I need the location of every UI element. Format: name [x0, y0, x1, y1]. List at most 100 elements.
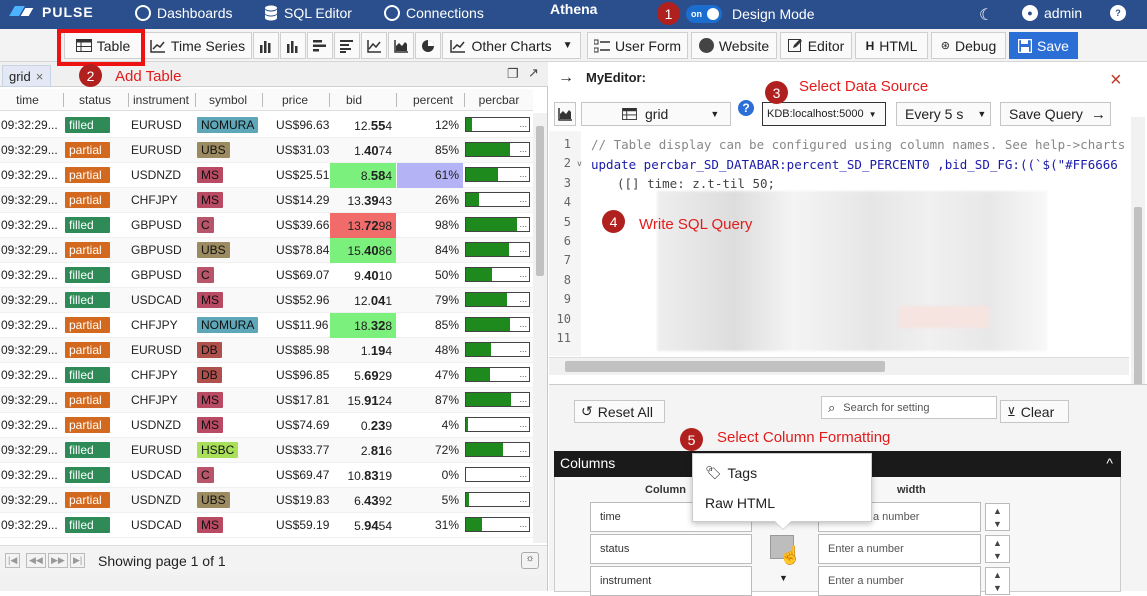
cell-time: 09:32:29... [1, 118, 58, 132]
chevron-up-icon[interactable]: ▲ [993, 570, 1002, 580]
table-row[interactable]: 09:32:29... partial CHFJPY MS US$17.81 15.912… [0, 388, 533, 413]
table-row[interactable]: 09:32:29... partial EURUSD DB US$85.98 1.194 4… [0, 338, 533, 363]
grid-panel: grid × ❐ ↗ time status instrument symbol … [0, 62, 548, 591]
table-row[interactable]: 09:32:29... partial CHFJPY NOMURA US$11.96 18… [0, 313, 533, 338]
bar-chart-button[interactable] [253, 32, 279, 59]
nav-dashboards[interactable]: Dashboards [135, 5, 233, 21]
chart-type-button[interactable] [554, 102, 576, 126]
chevron-down-icon[interactable]: ▼ [993, 519, 1002, 529]
user-icon: ● [1022, 5, 1038, 21]
code-horizontal-scrollbar[interactable] [549, 357, 1129, 375]
column-header-percbar[interactable]: percbar [466, 93, 532, 107]
moon-icon[interactable]: ☾ [979, 5, 993, 25]
help-button[interactable]: ? [1110, 5, 1126, 21]
width-input-instrument[interactable]: Enter a number [818, 566, 981, 596]
cell-bid: 12.554 [354, 118, 392, 133]
table-row[interactable]: 09:32:29... filled USDCAD MS US$52.96 12.041 7… [0, 288, 533, 313]
chevron-down-icon[interactable]: ▼ [993, 551, 1002, 561]
table-row[interactable]: 09:32:29... filled USDCAD MS US$59.19 5.9454 3… [0, 513, 533, 538]
table-row[interactable]: 09:32:29... partial GBPUSD UBS US$78.84 15.40… [0, 238, 533, 263]
menu-item-raw-html[interactable]: Raw HTML [705, 495, 775, 511]
filter-clear-icon: ⊻ [1007, 404, 1016, 419]
table-row[interactable]: 09:32:29... filled EURUSD HSBC US$33.77 2.816… [0, 438, 533, 463]
column-header-instrument[interactable]: instrument [128, 93, 194, 107]
lightbulb-icon[interactable]: ☼ [521, 552, 539, 569]
column-header-bid[interactable]: bid [329, 93, 379, 107]
user-form-button[interactable]: User Form [587, 32, 688, 59]
table-row[interactable]: 09:32:29... partial EURUSD UBS US$31.03 1.407… [0, 138, 533, 163]
html-button[interactable]: H HTML [855, 32, 928, 59]
user-menu[interactable]: ● admin [1022, 5, 1082, 21]
stacked-bar-button[interactable] [280, 32, 306, 59]
next-page-icon[interactable]: ▶▶ [48, 553, 68, 568]
line-chart-button[interactable] [361, 32, 387, 59]
table-row[interactable]: 09:32:29... filled CHFJPY DB US$96.85 5.6929 4… [0, 363, 533, 388]
chevron-up-icon[interactable]: ▲ [993, 506, 1002, 516]
other-charts-dropdown[interactable]: Other Charts ▼ [442, 32, 581, 59]
close-icon[interactable]: × [36, 69, 44, 84]
nav-connections[interactable]: Connections [384, 5, 484, 21]
grid-horizontal-scrollbar[interactable] [0, 575, 547, 591]
column-field-instrument[interactable]: instrument [590, 566, 752, 596]
table-row[interactable]: 09:32:29... filled USDCAD C US$69.47 10.8319 0… [0, 463, 533, 488]
column-header-status[interactable]: status [63, 93, 127, 107]
nav-sql-editor[interactable]: SQL Editor [264, 5, 352, 21]
area-chart-button[interactable] [388, 32, 414, 59]
last-page-icon[interactable]: ▶| [70, 553, 86, 568]
reset-all-button[interactable]: ↺ Reset All [574, 400, 665, 423]
table-row[interactable]: 09:32:29... filled EURUSD NOMURA US$96.63 12.… [0, 113, 533, 138]
table-row[interactable]: 09:32:29... filled GBPUSD C US$39.66 13.7298 9… [0, 213, 533, 238]
column-header-percent[interactable]: percent [400, 93, 466, 107]
restore-window-icon[interactable]: ❐ [507, 66, 519, 82]
column-header-time[interactable]: time [0, 93, 55, 107]
grid-select[interactable]: grid ▼ [581, 102, 731, 126]
horizontal-bar-button[interactable] [307, 32, 333, 59]
chevron-down-icon[interactable]: ▼ [993, 583, 1002, 593]
help-icon[interactable]: ? [738, 100, 754, 116]
width-stepper-status[interactable]: ▲ ▼ [985, 535, 1010, 563]
website-button[interactable]: Website [691, 32, 777, 59]
sql-code-editor[interactable]: 1 2 3 4 5 6 7 8 9 10 11 // Table display can be co… [549, 131, 1129, 356]
width-input-status[interactable]: Enter a number [818, 534, 981, 564]
add-time-series-button[interactable]: Time Series [143, 32, 252, 59]
status-badge: filled [65, 517, 110, 533]
close-icon[interactable]: × [1110, 69, 1122, 92]
save-button[interactable]: Save [1009, 32, 1078, 59]
toggle-switch[interactable]: on [686, 5, 722, 23]
pop-out-icon[interactable]: ↗ [528, 65, 539, 81]
width-stepper-time[interactable]: ▲ ▼ [985, 503, 1010, 531]
column-header-price[interactable]: price [262, 93, 328, 107]
cell-time: 09:32:29... [1, 393, 58, 407]
refresh-interval-select[interactable]: Every 5 s ▼ [896, 102, 991, 126]
menu-item-tags[interactable]: 🏷 Tags [705, 465, 757, 481]
datasource-select[interactable]: KDB:localhost:5000 ▼ [762, 102, 886, 126]
brand-logo[interactable]: PULSE [12, 4, 94, 20]
save-query-button[interactable]: Save Query → [1000, 102, 1111, 126]
prev-page-icon[interactable]: ◀◀ [26, 553, 46, 568]
pie-chart-button[interactable] [415, 32, 441, 59]
table-row[interactable]: 09:32:29... partial USDNZD MS US$74.69 0.239 4… [0, 413, 533, 438]
debug-button[interactable]: ⊛ Debug [931, 32, 1006, 59]
percent-databar: ... [465, 217, 530, 232]
chevron-down-icon[interactable]: ▼ [779, 573, 788, 583]
arrow-right-icon[interactable]: → [558, 69, 574, 87]
table-row[interactable]: 09:32:29... partial USDNZD UBS US$19.83 6.439… [0, 488, 533, 513]
table-row[interactable]: 09:32:29... partial CHFJPY MS US$14.29 13.394… [0, 188, 533, 213]
stacked-horizontal-button[interactable] [334, 32, 360, 59]
search-setting-input[interactable]: ⌕ Search for setting [821, 396, 997, 419]
scrollbar-thumb[interactable] [565, 361, 885, 372]
chevron-up-icon[interactable]: ▲ [993, 538, 1002, 548]
design-mode-toggle[interactable]: on Design Mode [686, 5, 815, 23]
first-page-icon[interactable]: |◀ [5, 553, 21, 568]
scrollbar-thumb[interactable] [536, 126, 544, 276]
clear-button[interactable]: ⊻ Clear [1000, 400, 1069, 423]
grid-vertical-scrollbar[interactable] [533, 113, 547, 543]
column-header-symbol[interactable]: symbol [195, 93, 261, 107]
edit-icon [787, 39, 802, 52]
table-row[interactable]: 09:32:29... filled GBPUSD C US$69.07 9.4010 50… [0, 263, 533, 288]
grid-tab[interactable]: grid × [2, 65, 51, 87]
column-field-status[interactable]: status [590, 534, 752, 564]
collapse-icon[interactable]: ^ [1106, 455, 1113, 471]
editor-button[interactable]: Editor [780, 32, 852, 59]
table-row[interactable]: 09:32:29... partial USDNZD MS US$25.51 8.584 6… [0, 163, 533, 188]
